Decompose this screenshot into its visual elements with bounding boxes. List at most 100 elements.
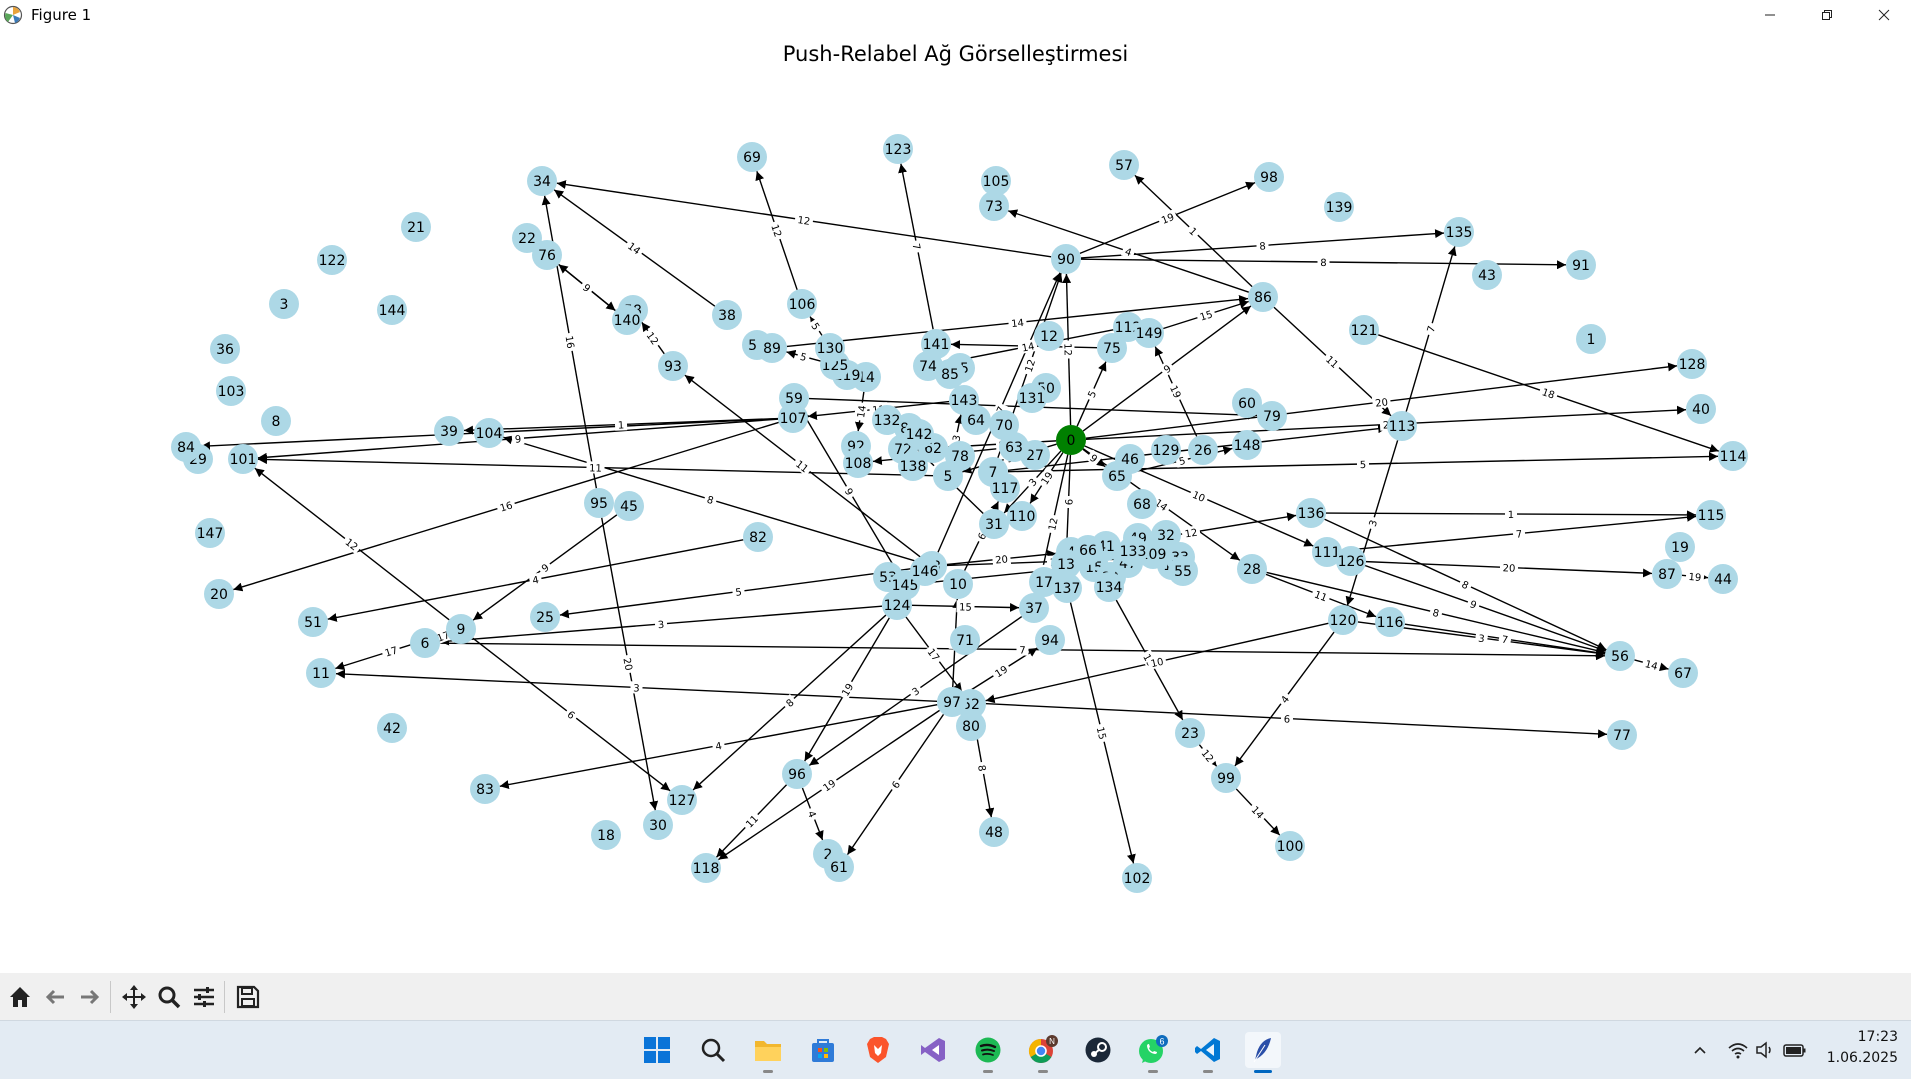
graph-node: 76 [532,240,562,270]
edge-weight-text: 3 [633,683,640,694]
edge-weight-text: 7 [1019,645,1025,656]
node-label: 116 [1377,615,1404,631]
graph-node: 135 [1444,217,1474,247]
wifi-icon [1728,1043,1748,1059]
node-label: 110 [1009,509,1036,525]
node-label: 77 [1613,728,1631,744]
clock-time[interactable]: 17:23 [1830,1029,1898,1045]
vscode-icon [1195,1038,1220,1062]
clock-date[interactable]: 1.06.2025 [1810,1050,1898,1066]
python-figure-button[interactable] [1245,1032,1281,1073]
maximize-button[interactable] [1798,0,1855,29]
store-bag-icon [812,1039,834,1062]
brave-lion-icon [867,1037,889,1063]
graph-node: 132 [872,405,902,435]
node-label: 6 [421,636,430,652]
close-button[interactable] [1855,0,1911,29]
svg-text:6: 6 [1159,1037,1164,1047]
back-button[interactable] [39,979,71,1015]
figure-canvas[interactable]: Push-Relabel Ağ Görselleştirmesi 12 4 1 19 8… [0,29,1911,973]
show-hidden-icons-button[interactable] [1685,1032,1715,1068]
edge-weight-text: 20 [1502,563,1515,575]
edge-weight-label: 14 [623,237,646,259]
save-button[interactable] [232,979,264,1015]
floppy-disk-icon [236,985,260,1008]
network-graph: 1241198111814127162041212911612617179481… [171,134,1748,893]
node-label: 48 [985,825,1003,841]
minimize-button[interactable] [1741,0,1798,29]
steam-button[interactable] [1080,1032,1116,1068]
graph-node: 20 [204,579,234,609]
vscode-button[interactable] [1190,1032,1226,1073]
spotify-button[interactable] [970,1032,1006,1073]
graph-node: 19 [1665,532,1695,562]
graph-node: 26 [1188,435,1218,465]
edge-weight-label: 19 [990,661,1012,681]
edge-weight-label: 14 [1641,656,1662,673]
node-label: 27 [1026,448,1044,464]
edge-weight-text: 9 [515,434,522,445]
node-label: 96 [788,767,806,783]
edge-weight-label: 7 [1498,632,1512,646]
graph-node: 6 [410,628,440,658]
node-label: 57 [1115,158,1133,174]
edge-weight-label: 10 [1188,486,1210,506]
node-label: 60 [1238,396,1256,412]
edge-weight-text: 16 [562,335,575,349]
node-label: 107 [780,411,807,427]
file-explorer-button[interactable] [750,1032,786,1073]
running-indicator [1148,1070,1158,1073]
configure-subplots-button[interactable] [188,979,220,1015]
whatsapp-button[interactable]: 6 [1135,1032,1171,1073]
graph-node: 121 [1349,315,1379,345]
edge-weight-label: 5 [1356,457,1370,471]
node-label: 136 [1298,506,1325,522]
microsoft-store-button[interactable] [805,1032,841,1068]
graph-node: 144 [377,295,407,325]
visual-studio-button[interactable] [915,1032,951,1068]
graph-node: 114 [1718,441,1748,471]
node-label: 0 [1067,433,1076,449]
edge-weight-text: 10 [1150,657,1165,671]
edge-weight-label: 7 [910,239,925,254]
node-label: 80 [962,719,980,735]
node-label: 51 [304,615,322,631]
graph-node: 149 [1134,318,1164,348]
graph-node: 90 [1051,244,1081,274]
edge-weight-text: 20 [995,554,1009,566]
graph-node: 80 [956,711,986,741]
graph-node: 102 [1122,863,1152,893]
brave-browser-button[interactable] [860,1032,896,1068]
graph-node: 1 [1576,324,1606,354]
node-label: 65 [1108,469,1126,485]
node-label: 138 [900,459,927,475]
edge-weight-text: 1 [1186,226,1198,238]
graph-node: 9 [446,614,476,644]
graph-node: 82 [743,522,773,552]
node-label: 37 [1025,601,1043,617]
home-button[interactable] [4,979,36,1015]
node-label: 1 [1587,332,1596,348]
edge-weight-label: 5 [731,584,746,599]
pan-button[interactable] [118,979,150,1015]
search-button[interactable] [695,1032,731,1068]
node-label: 78 [951,449,969,465]
graph-node: 25 [530,602,560,632]
zoom-button[interactable] [153,979,185,1015]
graph-node: 129 [1151,435,1181,465]
graph-node: 147 [195,518,225,548]
edge-weight-text: 12 [1047,517,1060,532]
chrome-button[interactable]: N [1025,1032,1061,1073]
edge-weight-text: 5 [1360,460,1367,471]
node-label: 94 [1041,633,1059,649]
graph-node: 128 [1677,349,1707,379]
graph-node: 93 [658,351,688,381]
edge-weight-text: 6 [1283,714,1290,725]
forward-button[interactable] [74,979,106,1015]
edge-weight-label: 11 [1310,586,1332,605]
start-button[interactable] [639,1032,675,1068]
graph-node: 123 [883,134,913,164]
system-tray-status[interactable] [1722,1032,1812,1068]
graph-node: 140 [612,305,642,335]
graph-node: 55 [1168,556,1198,586]
